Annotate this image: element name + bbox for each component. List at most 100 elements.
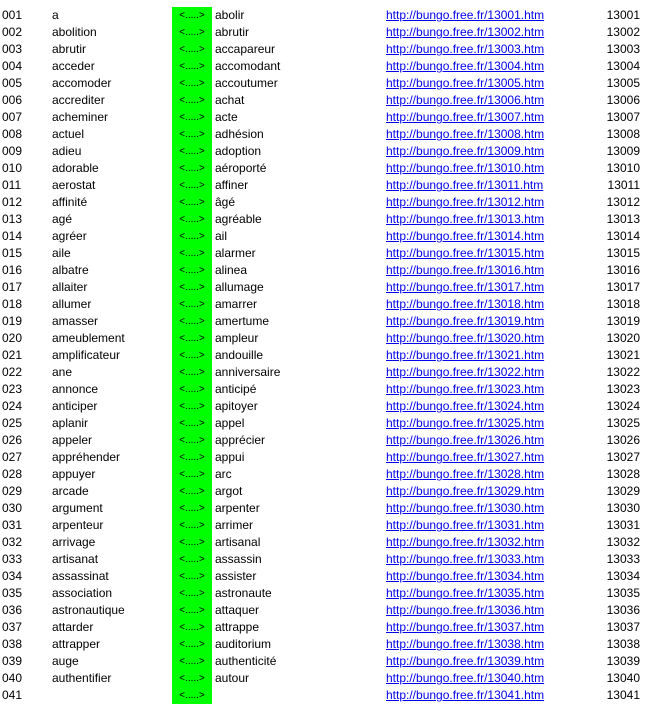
page-link[interactable]: http://bungo.free.fr/13030.htm — [386, 500, 544, 517]
separator-cell: <.....> — [172, 143, 212, 160]
row-number: 020 — [2, 331, 23, 345]
row-number: 018 — [2, 297, 23, 311]
page-code: 13033 — [606, 552, 640, 566]
page-link[interactable]: http://bungo.free.fr/13019.htm — [386, 313, 544, 330]
source-word: argument — [52, 501, 103, 515]
page-code: 13032 — [606, 535, 640, 549]
table-row: 007 acheminer <.....> acte http://bungo.… — [0, 109, 648, 126]
table-row: 026 appeler <.....> apprécier http://bun… — [0, 432, 648, 449]
source-word: authentifier — [52, 671, 112, 685]
separator-cell: <.....> — [172, 228, 212, 245]
separator-cell: <.....> — [172, 619, 212, 636]
row-number: 001 — [2, 8, 23, 22]
page-link[interactable]: http://bungo.free.fr/13037.htm — [386, 619, 544, 636]
page-link[interactable]: http://bungo.free.fr/13010.htm — [386, 160, 544, 177]
page-link[interactable]: http://bungo.free.fr/13041.htm — [386, 687, 544, 704]
separator-cell: <.....> — [172, 347, 212, 364]
page-link[interactable]: http://bungo.free.fr/13009.htm — [386, 143, 544, 160]
page-link[interactable]: http://bungo.free.fr/13005.htm — [386, 75, 544, 92]
page-link[interactable]: http://bungo.free.fr/13013.htm — [386, 211, 544, 228]
target-word: alinea — [215, 263, 248, 277]
source-word: a — [52, 8, 59, 22]
page-code: 13010 — [606, 161, 640, 175]
page-link[interactable]: http://bungo.free.fr/13016.htm — [386, 262, 544, 279]
page-code: 13005 — [606, 76, 640, 90]
page-link[interactable]: http://bungo.free.fr/13004.htm — [386, 58, 544, 75]
table-row: 030 argument <.....> arpenter http://bun… — [0, 500, 648, 517]
target-word: appel — [215, 416, 245, 430]
table-row: 029 arcade <.....> argot http://bungo.fr… — [0, 483, 648, 500]
page-link[interactable]: http://bungo.free.fr/13028.htm — [386, 466, 544, 483]
page-code: 13020 — [606, 331, 640, 345]
page-link[interactable]: http://bungo.free.fr/13015.htm — [386, 245, 544, 262]
page-link[interactable]: http://bungo.free.fr/13022.htm — [386, 364, 544, 381]
separator-cell: <.....> — [172, 415, 212, 432]
page-link[interactable]: http://bungo.free.fr/13025.htm — [386, 415, 544, 432]
page-link[interactable]: http://bungo.free.fr/13006.htm — [386, 92, 544, 109]
table-row: 016 albatre <.....> alinea http://bungo.… — [0, 262, 648, 279]
page-code: 13017 — [606, 280, 640, 294]
source-word: abolition — [52, 25, 97, 39]
page-link[interactable]: http://bungo.free.fr/13032.htm — [386, 534, 544, 551]
source-word: allumer — [52, 297, 92, 311]
page-link[interactable]: http://bungo.free.fr/13040.htm — [386, 670, 544, 687]
source-word: amplificateur — [52, 348, 121, 362]
page-link[interactable]: http://bungo.free.fr/13001.htm — [386, 7, 544, 24]
page-link[interactable]: http://bungo.free.fr/13021.htm — [386, 347, 544, 364]
page-code: 13036 — [606, 603, 640, 617]
table-row: 033 artisanat <.....> assassin http://bu… — [0, 551, 648, 568]
page-link[interactable]: http://bungo.free.fr/13027.htm — [386, 449, 544, 466]
page-link[interactable]: http://bungo.free.fr/13002.htm — [386, 24, 544, 41]
page-link[interactable]: http://bungo.free.fr/13017.htm — [386, 279, 544, 296]
table-row: 011 aerostat <.....> affiner http://bung… — [0, 177, 648, 194]
page-link[interactable]: http://bungo.free.fr/13026.htm — [386, 432, 544, 449]
table-row: 025 aplanir <.....> appel http://bungo.f… — [0, 415, 648, 432]
separator-cell: <.....> — [172, 330, 212, 347]
page-link[interactable]: http://bungo.free.fr/13012.htm — [386, 194, 544, 211]
source-word: albatre — [52, 263, 89, 277]
page-link[interactable]: http://bungo.free.fr/13029.htm — [386, 483, 544, 500]
page-code: 13004 — [606, 59, 640, 73]
source-word: acheminer — [52, 110, 109, 124]
separator-cell: <.....> — [172, 670, 212, 687]
page-link[interactable]: http://bungo.free.fr/13008.htm — [386, 126, 544, 143]
page-link[interactable]: http://bungo.free.fr/13034.htm — [386, 568, 544, 585]
separator-cell: <.....> — [172, 568, 212, 585]
row-number: 037 — [2, 620, 23, 634]
page-link[interactable]: http://bungo.free.fr/13033.htm — [386, 551, 544, 568]
target-word: amertume — [215, 314, 270, 328]
page-link[interactable]: http://bungo.free.fr/13003.htm — [386, 41, 544, 58]
table-row: 019 amasser <.....> amertume http://bung… — [0, 313, 648, 330]
page-link[interactable]: http://bungo.free.fr/13014.htm — [386, 228, 544, 245]
page-link[interactable]: http://bungo.free.fr/13035.htm — [386, 585, 544, 602]
separator-cell: <.....> — [172, 7, 212, 24]
source-word: affinité — [52, 195, 88, 209]
page-link[interactable]: http://bungo.free.fr/13031.htm — [386, 517, 544, 534]
page-link[interactable]: http://bungo.free.fr/13023.htm — [386, 381, 544, 398]
source-word: ane — [52, 365, 73, 379]
page-link[interactable]: http://bungo.free.fr/13036.htm — [386, 602, 544, 619]
table-row: 001 a <.....> abolir http://bungo.free.f… — [0, 7, 648, 24]
target-word: accoutumer — [215, 76, 278, 90]
page-link[interactable]: http://bungo.free.fr/13039.htm — [386, 653, 544, 670]
target-word: accapareur — [215, 42, 276, 56]
page-code: 13022 — [606, 365, 640, 379]
row-number: 040 — [2, 671, 23, 685]
page-link[interactable]: http://bungo.free.fr/13018.htm — [386, 296, 544, 313]
row-number: 036 — [2, 603, 23, 617]
row-number: 012 — [2, 195, 23, 209]
separator-cell: <.....> — [172, 449, 212, 466]
table-row: 005 accomoder <.....> accoutumer http://… — [0, 75, 648, 92]
page-link[interactable]: http://bungo.free.fr/13024.htm — [386, 398, 544, 415]
row-number: 005 — [2, 76, 23, 90]
page-link[interactable]: http://bungo.free.fr/13038.htm — [386, 636, 544, 653]
page-link[interactable]: http://bungo.free.fr/13007.htm — [386, 109, 544, 126]
page-link[interactable]: http://bungo.free.fr/13011.htm — [386, 177, 543, 194]
target-word: agréable — [215, 212, 262, 226]
page-link[interactable]: http://bungo.free.fr/13020.htm — [386, 330, 544, 347]
page-code: 13040 — [606, 671, 640, 685]
source-word: attarder — [52, 620, 94, 634]
table-row: 013 agé <.....> agréable http://bungo.fr… — [0, 211, 648, 228]
separator-cell: <.....> — [172, 126, 212, 143]
page-code: 13019 — [606, 314, 640, 328]
